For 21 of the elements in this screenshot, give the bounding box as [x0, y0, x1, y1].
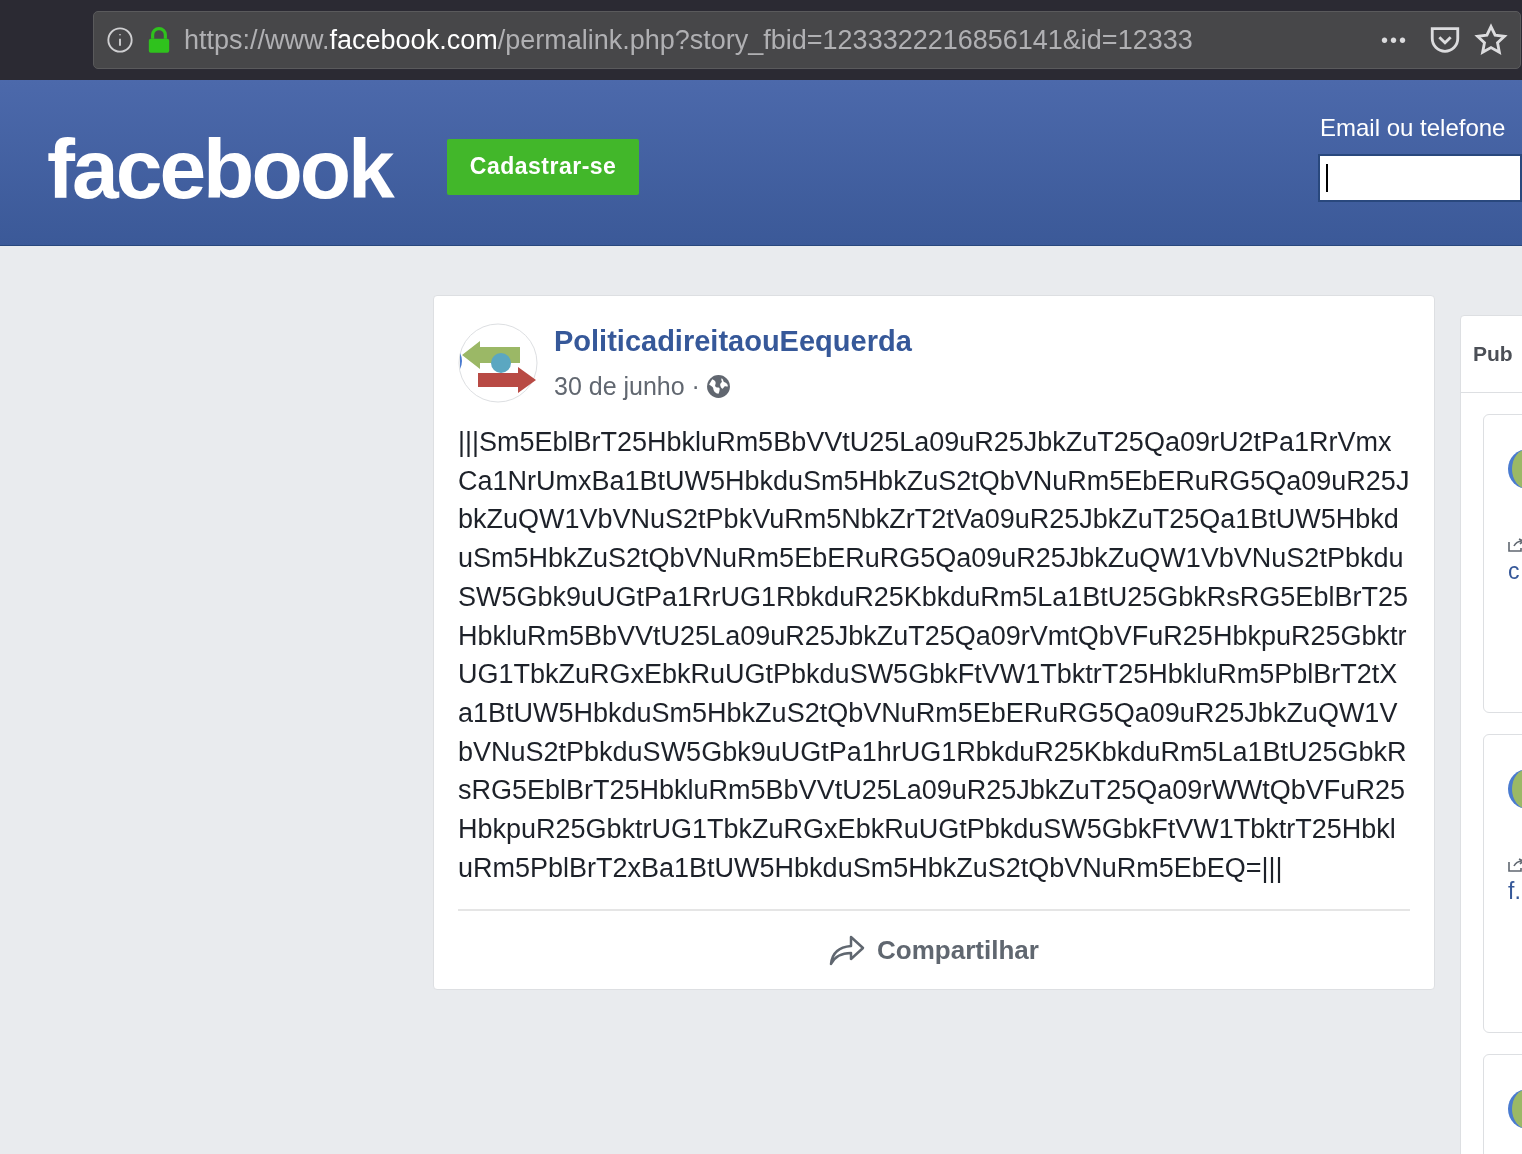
share-icon: [1508, 538, 1522, 552]
email-field[interactable]: [1318, 154, 1522, 202]
card-link[interactable]: c: [1508, 554, 1522, 589]
info-icon[interactable]: [106, 26, 134, 54]
post-text: |||Sm5EblBrT25HbkluRm5BbVVtU25La09uR25JbkZuT25Qa09rU2tPa1RrVmxCa1NrUmxBa1BtUW5HbkduSm5HbkZuS2tQbVNuRm5EbERuRG5Qa09uR25JbkZuQW1VbVNuS2tPbkVuRm5NbkZrT2tVa09uR25JbkZuT25Qa1BtUW5HbkduSm5HbkZuS2tQbVNuRm5EbERuRG5Qa09uR25JbkZuQW1VbVNuS2tPbkduSW5Gbk9uUGtPa1RrUG1RbkduR25KbkduRm5La1BtU25GbkRsRG5EblBrT25HbkluRm5BbVVtU25La09uR25JbkZuT25Qa09rVmtQbVFuR25HbkpuR25GbktrUG1TbkZuRGxEbkRuUGtPbkduSW5GbkFtVW1TbktrT25HbkluRm5PblBrT2tXa1BtUW5HbkduSm5HbkZuS2tQbVNuRm5EbERuRG5Qa09uR25JbkZuQW1VbVNuS2tPbkduSW5Gbk9uUGtPa1hrUG1RbkduR25KbkduRm5La1BtU25GbkRsRG5EblBrT25HbkluRm5BbVVtU25La09uR25JbkZuT25Qa09rWWtQbVFuR25HbkpuR25GbktrUG1TbkZuRGxEbkRuUGtPbkduSW5GbkFtVW1TbktrT25HbkluRm5PblBrT2xBa1BtUW5HbkduSm5HbkZuS2tQbVNuRm5EbEQ=|||: [458, 426, 1410, 885]
star-icon[interactable]: [1474, 23, 1508, 57]
author-name[interactable]: PoliticadireitaouEequerda: [554, 320, 912, 364]
url-text: https://www.facebook.com/permalink.php?story_fbid=1233322216856141&id=12333: [184, 23, 1194, 57]
globe-icon: [705, 373, 731, 399]
address-bar[interactable]: https://www.facebook.com/permalink.php?story_fbid=1233322216856141&id=12333 •••: [93, 11, 1521, 69]
post-date[interactable]: 30 de junho ·: [554, 367, 700, 405]
sidebar-title: Pub: [1473, 341, 1513, 368]
card-link[interactable]: f.: [1508, 874, 1522, 909]
share-icon: [1508, 858, 1522, 872]
pocket-icon[interactable]: [1428, 24, 1462, 56]
lock-icon: [146, 26, 172, 54]
share-button[interactable]: Compartilhar: [829, 930, 1039, 970]
share-icon: [829, 934, 866, 967]
facebook-logo[interactable]: facebook: [47, 126, 392, 211]
email-label: Email ou telefone: [1319, 113, 1507, 143]
more-button[interactable]: •••: [1373, 25, 1416, 55]
